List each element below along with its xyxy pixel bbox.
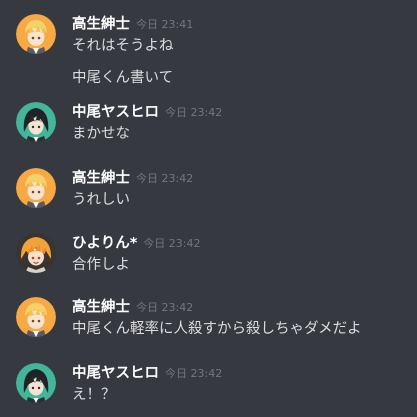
avatar[interactable] xyxy=(16,168,56,208)
dark-haired-character-avatar-icon xyxy=(16,102,56,142)
message-header: 高生紳士 今日 23:42 xyxy=(72,168,193,188)
blond-character-avatar-icon xyxy=(16,168,56,208)
author-name[interactable]: 中尾ヤスヒロ xyxy=(72,366,159,382)
blond-character-avatar-icon xyxy=(16,297,56,337)
message-text: それはそうよね xyxy=(72,38,174,54)
author-name[interactable]: 高生紳士 xyxy=(72,300,130,316)
message-text: まかせな xyxy=(72,126,130,142)
timestamp: 今日 23:42 xyxy=(165,366,223,380)
message-text: 合作しよ xyxy=(72,257,130,273)
timestamp: 今日 23:41 xyxy=(136,17,194,31)
avatar[interactable] xyxy=(16,297,56,337)
message-text: うれしい xyxy=(72,192,130,208)
timestamp: 今日 23:42 xyxy=(136,171,194,185)
timestamp: 今日 23:42 xyxy=(165,105,223,119)
orange-haired-character-avatar-icon xyxy=(16,233,56,273)
message-header: 高生紳士 今日 23:42 xyxy=(72,297,193,317)
message-text: 中尾くん軽率に人殺すから殺しちゃダメだよ xyxy=(72,321,362,337)
message-header: 高生紳士 今日 23:41 xyxy=(72,14,193,34)
message-header: ひよりん* 今日 23:42 xyxy=(72,233,201,253)
blond-character-avatar-icon xyxy=(16,14,56,54)
message-header: 中尾ヤスヒロ 今日 23:42 xyxy=(72,363,222,383)
author-name[interactable]: ひよりん* xyxy=(72,236,137,252)
author-name[interactable]: 中尾ヤスヒロ xyxy=(72,105,159,121)
message-header: 中尾ヤスヒロ 今日 23:42 xyxy=(72,102,222,122)
avatar[interactable] xyxy=(16,14,56,54)
timestamp: 今日 23:42 xyxy=(136,300,194,314)
message-text: 中尾くん書いて xyxy=(72,70,174,86)
dark-haired-character-avatar-icon xyxy=(16,363,56,403)
avatar[interactable] xyxy=(16,102,56,142)
avatar[interactable] xyxy=(16,363,56,403)
author-name[interactable]: 高生紳士 xyxy=(72,171,130,187)
avatar[interactable] xyxy=(16,233,56,273)
chat-messages: 高生紳士 今日 23:41 それはそうよね 中尾くん書いて 中尾ヤスヒロ 今日 23… xyxy=(0,0,417,417)
timestamp: 今日 23:42 xyxy=(143,236,201,250)
author-name[interactable]: 高生紳士 xyxy=(72,17,130,33)
message-text: え！？ xyxy=(72,387,116,403)
